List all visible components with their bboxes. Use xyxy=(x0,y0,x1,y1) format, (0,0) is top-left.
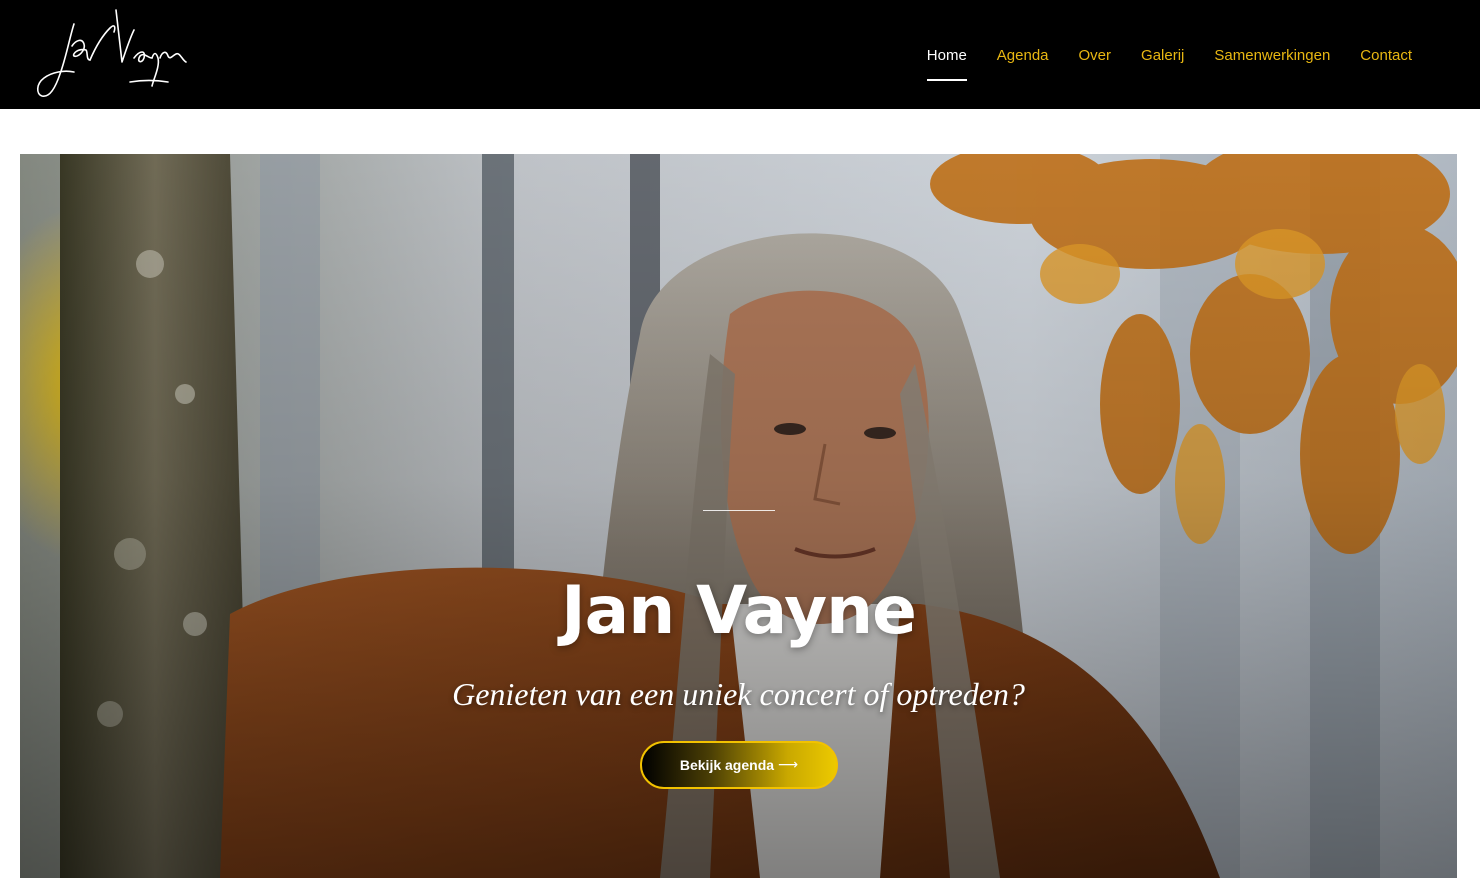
hero-title: Jan Vayne xyxy=(561,572,917,650)
site-header: Home Agenda Over Galerij Samenwerkingen … xyxy=(0,0,1480,109)
bekijk-agenda-button[interactable]: Bekijk agenda ⟶ xyxy=(640,741,838,789)
nav-item-samenwerkingen[interactable]: Samenwerkingen xyxy=(1214,47,1330,63)
nav-item-galerij[interactable]: Galerij xyxy=(1141,47,1184,63)
cta-label: Bekijk agenda xyxy=(679,757,775,773)
hero-subtitle: Genieten van een uniek concert of optred… xyxy=(452,676,1025,712)
hero-divider xyxy=(703,510,775,511)
nav-item-agenda[interactable]: Agenda xyxy=(997,47,1049,63)
main-nav: Home Agenda Over Galerij Samenwerkingen … xyxy=(926,0,1412,109)
signature-logo-icon xyxy=(36,9,187,97)
hero-banner: Jan Vayne Genieten van een uniek concert… xyxy=(20,154,1457,878)
nav-item-home[interactable]: Home xyxy=(926,47,967,81)
nav-item-contact[interactable]: Contact xyxy=(1360,47,1412,63)
signature-logo[interactable] xyxy=(30,6,190,102)
arrow-right-icon: ⟶ xyxy=(778,757,799,773)
nav-item-over[interactable]: Over xyxy=(1079,47,1112,63)
